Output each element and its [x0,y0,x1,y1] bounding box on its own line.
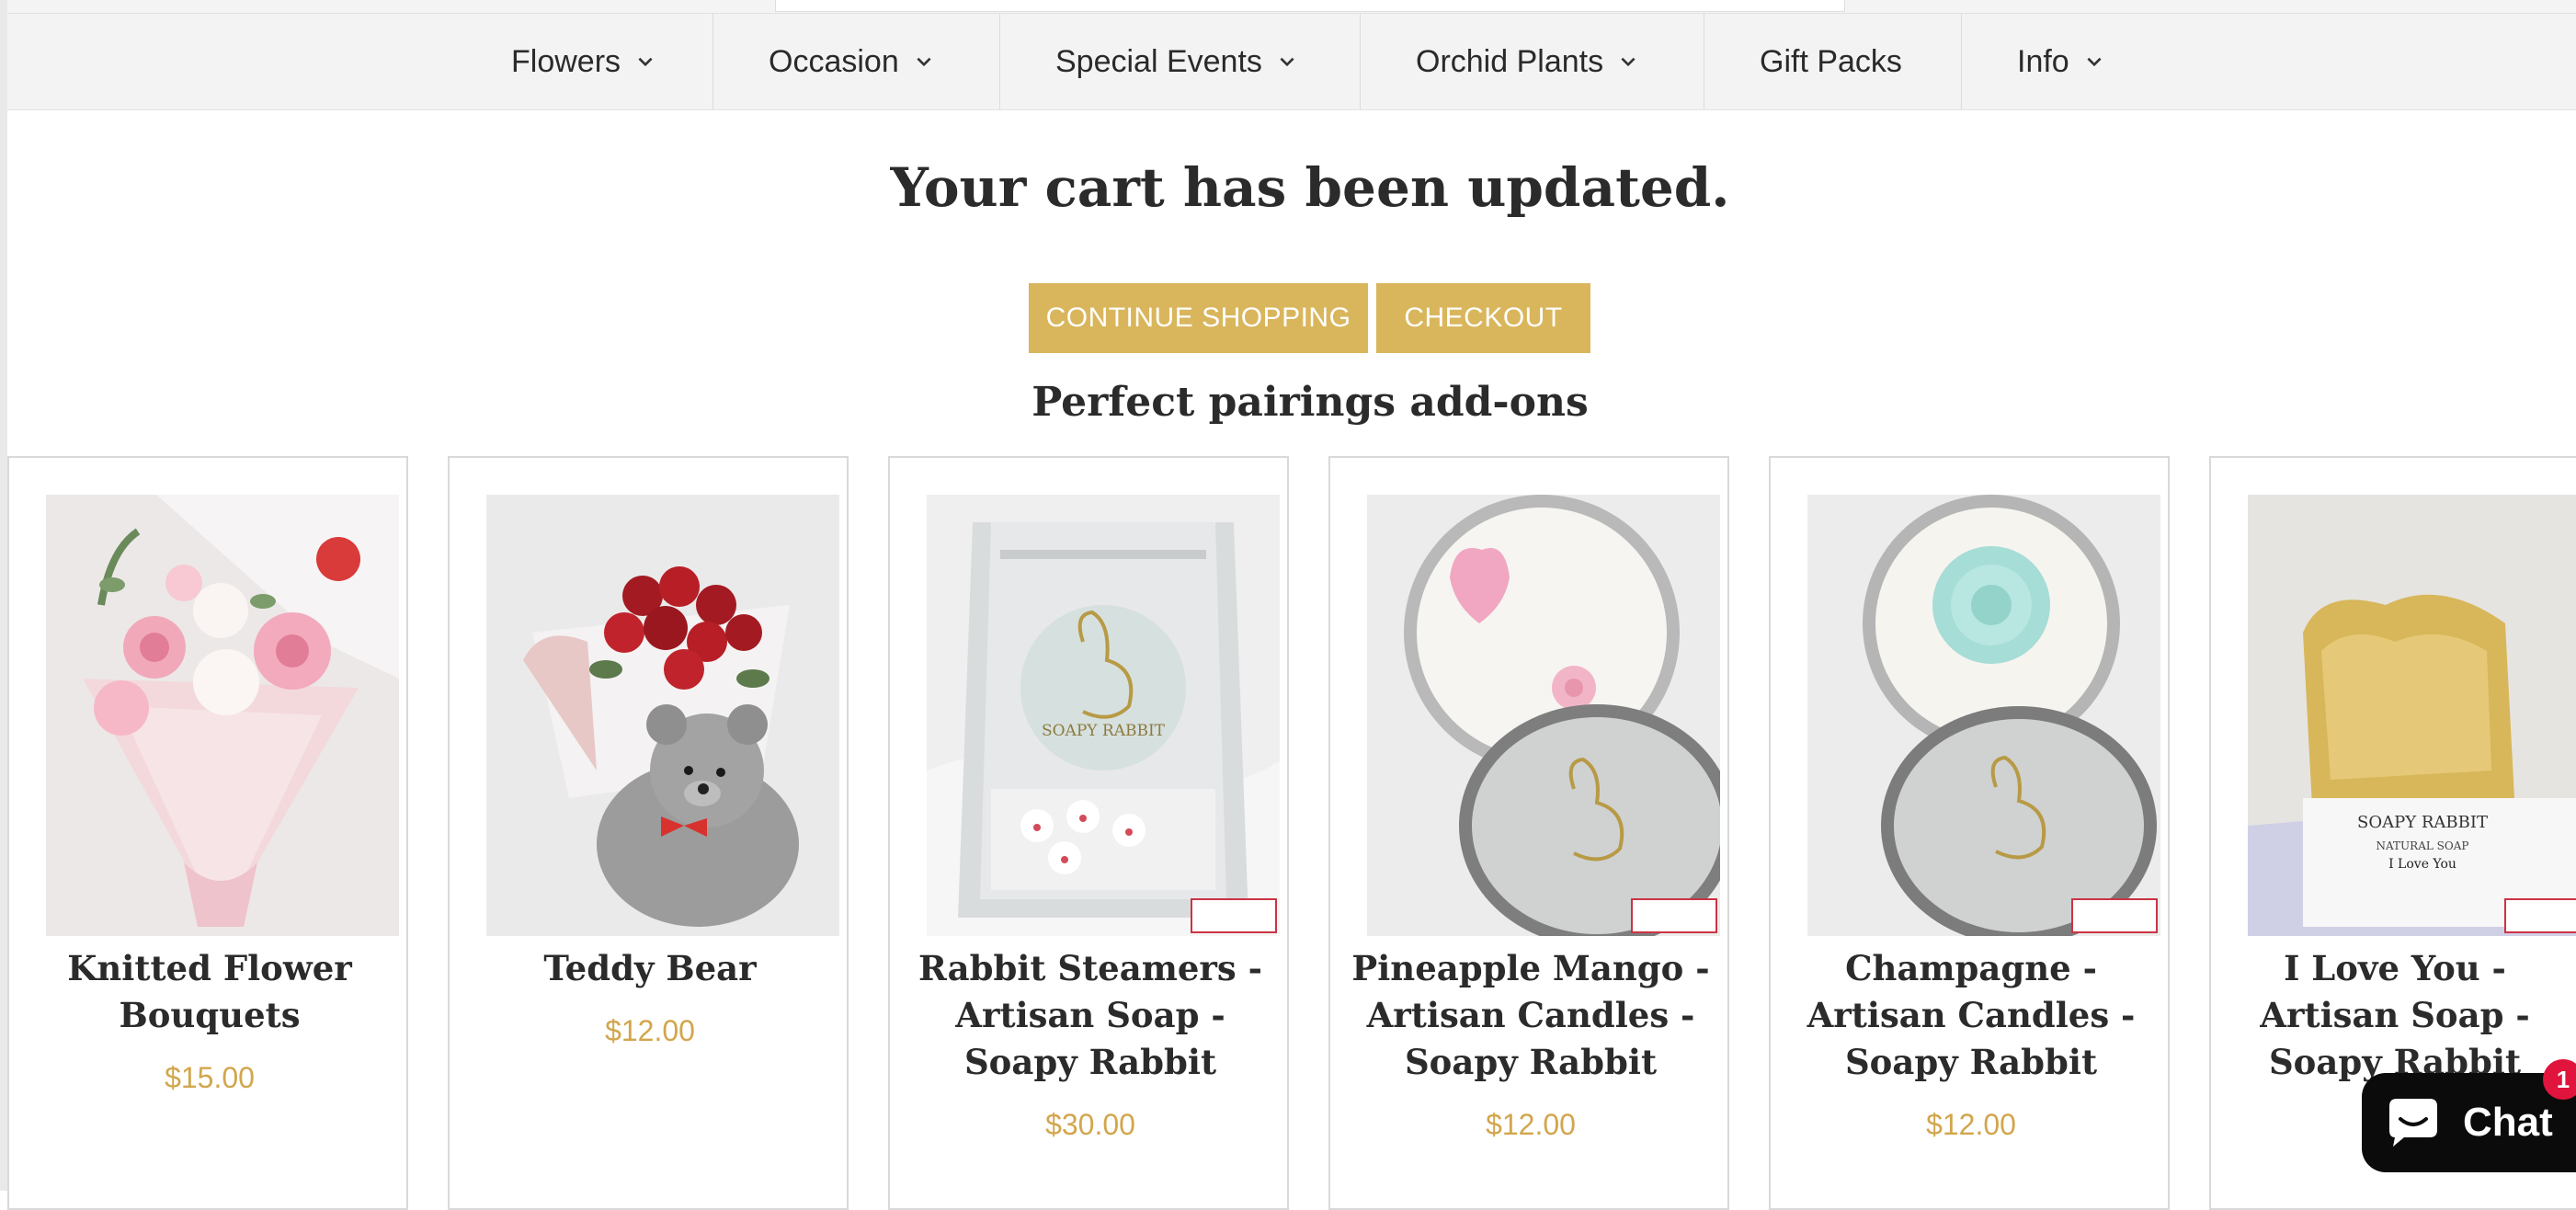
product-name-line: Soapy Rabbit [963,1042,1217,1082]
nav-item-label: Special Events [1055,43,1262,79]
chevron-down-icon [2087,57,2102,67]
product-card[interactable]: Pineapple Mango - Artisan Candles - Soap… [1328,456,1729,1210]
product-card[interactable]: Champagne - Artisan Candles - Soapy Rabb… [1769,456,2170,1210]
nav-item-label: Orchid Plants [1416,43,1604,79]
chevron-down-icon [917,57,931,67]
nav-divider [712,14,713,109]
continue-shopping-button[interactable]: CONTINUE SHOPPING [1029,283,1368,353]
product-image-i-love-you-soap[interactable]: SOAPY RABBIT NATURAL SOAP I Love You [2248,495,2576,936]
product-name-line: Soapy Rabbit [1844,1042,2098,1082]
product-name[interactable]: Pineapple Mango - Artisan Candles - Soap… [1330,945,1731,1086]
main-nav: Flowers Occasion Special Events Orchid P… [7,14,2576,110]
nav-item-flowers[interactable]: Flowers [511,14,655,109]
soap-box-line-text: I Love You [2388,857,2456,872]
nav-item-occasion[interactable]: Occasion [769,14,934,109]
nav-item-special-events[interactable]: Special Events [1055,14,1297,109]
product-image-champagne-candle[interactable] [1807,495,2160,936]
product-name-line: Artisan Candles - [1807,995,2136,1035]
product-name[interactable]: Champagne - Artisan Candles - Soapy Rabb… [1771,945,2171,1086]
product-name-line: I Love You - [2284,948,2506,988]
product-image-teddy-bear[interactable] [486,495,839,936]
product-name[interactable]: Rabbit Steamers - Artisan Soap - Soapy R… [890,945,1291,1086]
chevron-down-icon [1280,57,1294,67]
product-name-line: Artisan Soap - [955,995,1225,1035]
product-price: $30.00 [1045,1108,1135,1141]
product-name[interactable]: I Love You - Artisan Soap - Soapy Rabbit [2194,945,2576,1086]
chat-bubble-icon [2389,1099,2437,1147]
product-name-line: Pineapple Mango - [1351,948,1710,988]
product-price: $12.00 [605,1014,695,1047]
soap-box-brand-text: SOAPY RABBIT [2357,813,2488,832]
product-image-pineapple-mango-candle[interactable] [1367,495,1720,936]
product-price: $12.00 [1486,1108,1576,1141]
chevron-down-icon [1621,57,1636,67]
product-name-line: Champagne - [1845,948,2097,988]
nav-divider [1961,14,1962,109]
chat-label: Chat [2463,1100,2553,1145]
product-image-knitted-bouquet[interactable] [46,495,399,936]
nav-divider [1360,14,1361,109]
nav-item-info[interactable]: Info [2017,14,2104,109]
soap-box-sub-text: NATURAL SOAP [2377,839,2469,852]
product-image-rabbit-steamers[interactable]: SOAPY RABBIT [927,495,1280,936]
product-card[interactable]: SOAPY RABBIT Rabbit Steamers - Artisan S… [888,456,1289,1210]
nav-item-orchid-plants[interactable]: Orchid Plants [1416,14,1638,109]
cart-updated-title: Your cart has been updated. [890,156,1730,219]
product-price: $12.00 [1926,1108,2016,1141]
product-name-line: Soapy Rabbit [1404,1042,1658,1082]
product-price: $15.00 [165,1061,255,1094]
nav-item-label: Occasion [769,43,899,79]
product-name-line: Bouquets [119,995,301,1035]
nav-item-label: Flowers [511,43,621,79]
product-name-line: Artisan Candles - [1366,995,1695,1035]
product-name-line: Rabbit Steamers - [918,948,1262,988]
product-name[interactable]: Teddy Bear [450,945,850,992]
bag-brand-text: SOAPY RABBIT [1042,722,1166,740]
nav-item-gift-packs[interactable]: Gift Packs [1760,14,1902,109]
pairings-heading: Perfect pairings add-ons [1032,379,1589,426]
chat-unread-badge: 1 [2543,1059,2576,1100]
product-card[interactable]: Teddy Bear $12.00 [448,456,849,1210]
product-name-line: Artisan Soap - [2260,995,2530,1035]
product-name[interactable]: Knitted Flower Bouquets [9,945,410,1039]
nav-item-label: Info [2017,43,2069,79]
search-bar-edge[interactable] [775,0,1845,12]
nav-item-label: Gift Packs [1760,43,1902,79]
checkout-button[interactable]: CHECKOUT [1376,283,1590,353]
chevron-down-icon [638,57,653,67]
product-name-line: Teddy Bear [543,948,757,988]
product-card[interactable]: Knitted Flower Bouquets $15.00 [7,456,408,1210]
product-name-line: Knitted Flower [67,948,352,988]
nav-divider [999,14,1000,109]
